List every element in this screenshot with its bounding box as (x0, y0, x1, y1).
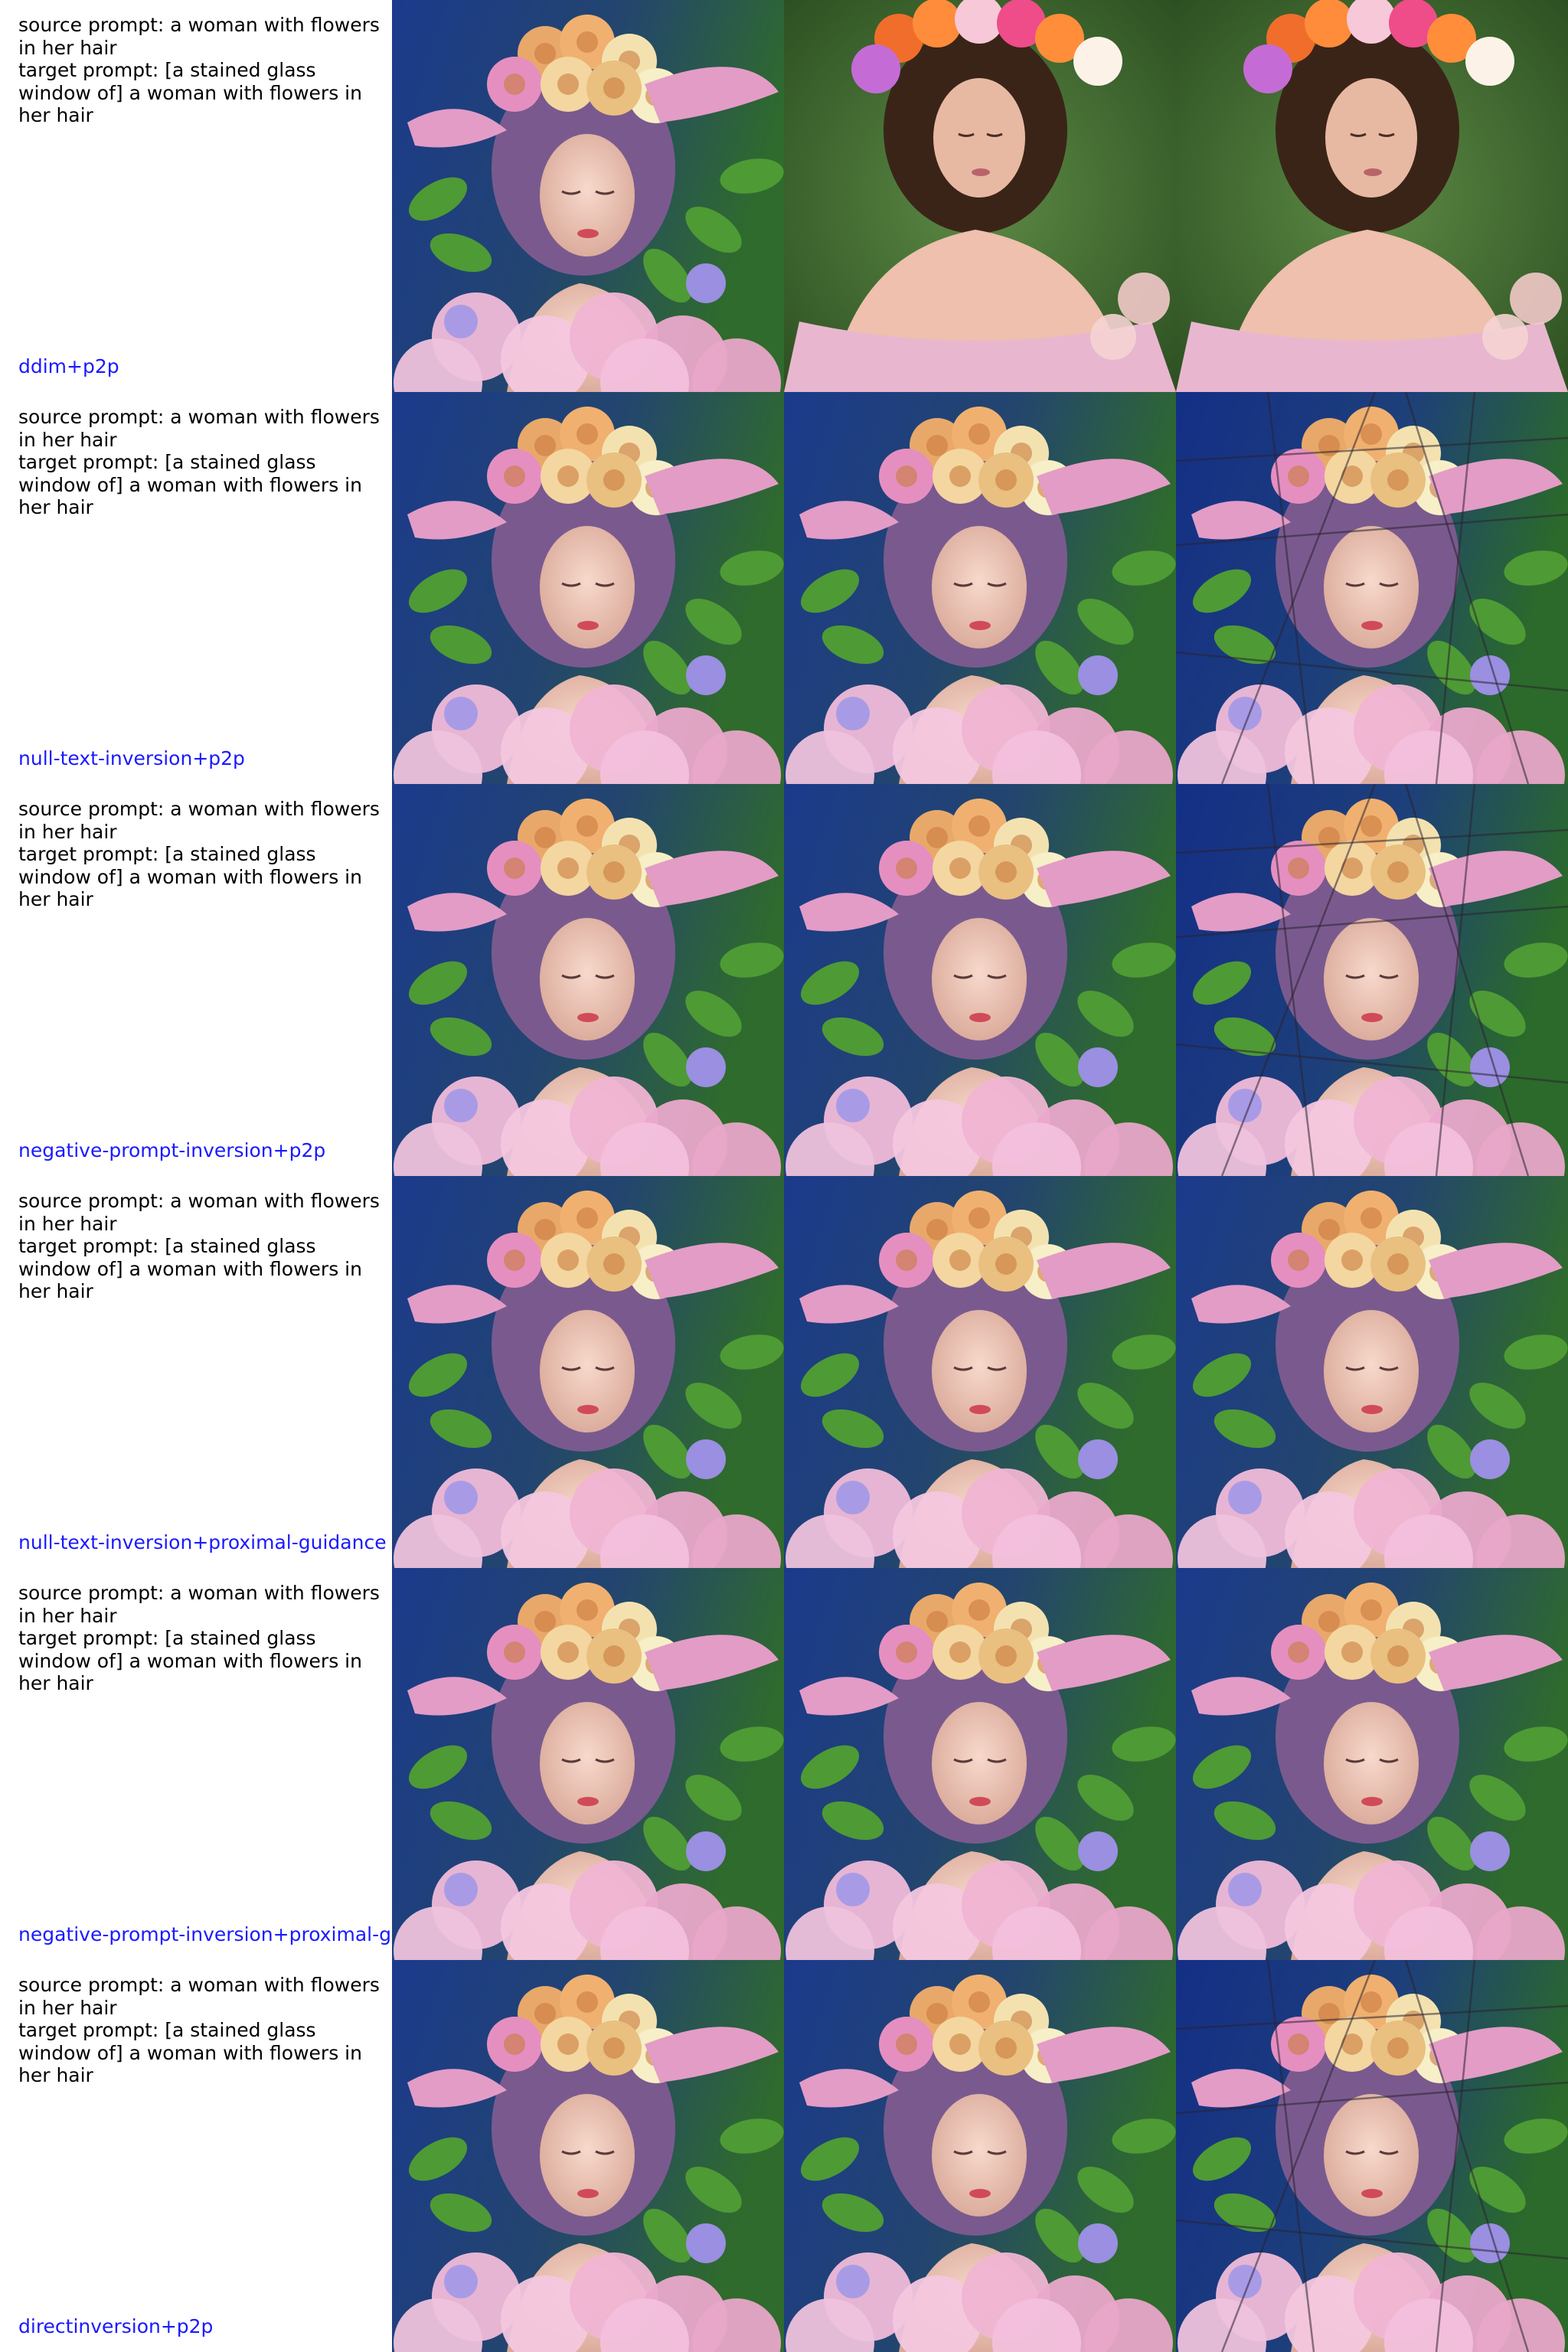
method-label: ddim+p2p (18, 355, 119, 377)
painting-image (784, 392, 1176, 784)
result-row: source prompt: a woman with flowers in h… (0, 784, 1568, 1176)
source-image (392, 1176, 784, 1568)
painting-image (392, 1960, 784, 2352)
painting-image (1176, 1568, 1568, 1960)
source-prompt: source prompt: a woman with flowers in h… (18, 1190, 380, 1235)
result-row: source prompt: a woman with flowers in h… (0, 1568, 1568, 1960)
painting-image (392, 1568, 784, 1960)
edited-image (1176, 1960, 1568, 2352)
prompt-label-cell: source prompt: a woman with flowers in h… (0, 392, 392, 784)
photo-image (1176, 0, 1568, 392)
prompt-text: source prompt: a woman with flowers in h… (18, 1190, 384, 1303)
reconstructed-image (784, 1568, 1176, 1960)
reconstructed-image (784, 784, 1176, 1176)
prompt-text: source prompt: a woman with flowers in h… (18, 798, 384, 911)
reconstructed-image (784, 1176, 1176, 1568)
edited-image (1176, 0, 1568, 392)
target-prompt: target prompt: [a stained glass window o… (18, 1235, 362, 1302)
comparison-grid: source prompt: a woman with flowers in h… (0, 0, 1568, 2352)
edited-image (1176, 784, 1568, 1176)
target-prompt: target prompt: [a stained glass window o… (18, 59, 362, 126)
target-prompt: target prompt: [a stained glass window o… (18, 843, 362, 910)
stained-glass-image (1176, 784, 1568, 1176)
target-prompt: target prompt: [a stained glass window o… (18, 451, 362, 518)
method-label: negative-prompt-inversion+proximal-g (18, 1923, 391, 1945)
edited-image (1176, 1568, 1568, 1960)
stained-glass-image (1176, 1960, 1568, 2352)
source-prompt: source prompt: a woman with flowers in h… (18, 1974, 380, 2019)
method-label: null-text-inversion+proximal-guidance (18, 1531, 387, 1553)
method-label: directinversion+p2p (18, 2315, 214, 2337)
photo-image (784, 0, 1176, 392)
prompt-text: source prompt: a woman with flowers in h… (18, 406, 384, 519)
target-prompt: target prompt: [a stained glass window o… (18, 2019, 362, 2086)
prompt-label-cell: source prompt: a woman with flowers in h… (0, 1176, 392, 1568)
result-row: source prompt: a woman with flowers in h… (0, 392, 1568, 784)
reconstructed-image (784, 0, 1176, 392)
result-row: source prompt: a woman with flowers in h… (0, 1176, 1568, 1568)
source-prompt: source prompt: a woman with flowers in h… (18, 14, 380, 59)
source-image (392, 784, 784, 1176)
painting-image (784, 784, 1176, 1176)
source-image (392, 1568, 784, 1960)
painting-image (392, 392, 784, 784)
prompt-text: source prompt: a woman with flowers in h… (18, 14, 384, 127)
reconstructed-image (784, 1960, 1176, 2352)
prompt-label-cell: source prompt: a woman with flowers in h… (0, 1960, 392, 2352)
prompt-text: source prompt: a woman with flowers in h… (18, 1974, 384, 2087)
edited-image (1176, 1176, 1568, 1568)
reconstructed-image (784, 392, 1176, 784)
prompt-text: source prompt: a woman with flowers in h… (18, 1582, 384, 1695)
source-prompt: source prompt: a woman with flowers in h… (18, 1582, 380, 1627)
prompt-label-cell: source prompt: a woman with flowers in h… (0, 0, 392, 392)
painting-image (1176, 1176, 1568, 1568)
source-prompt: source prompt: a woman with flowers in h… (18, 798, 380, 843)
source-image (392, 392, 784, 784)
painting-image (784, 1568, 1176, 1960)
result-row: source prompt: a woman with flowers in h… (0, 1960, 1568, 2352)
result-row: source prompt: a woman with flowers in h… (0, 0, 1568, 392)
method-label: negative-prompt-inversion+p2p (18, 1139, 326, 1161)
stained-glass-image (1176, 392, 1568, 784)
source-prompt: source prompt: a woman with flowers in h… (18, 406, 380, 451)
method-label: null-text-inversion+p2p (18, 747, 245, 769)
prompt-label-cell: source prompt: a woman with flowers in h… (0, 784, 392, 1176)
source-image (392, 1960, 784, 2352)
prompt-label-cell: source prompt: a woman with flowers in h… (0, 1568, 392, 1960)
painting-image (392, 784, 784, 1176)
source-image (392, 0, 784, 392)
painting-image (784, 1960, 1176, 2352)
painting-image (392, 1176, 784, 1568)
edited-image (1176, 392, 1568, 784)
painting-image (784, 1176, 1176, 1568)
target-prompt: target prompt: [a stained glass window o… (18, 1627, 362, 1694)
painting-image (392, 0, 784, 392)
